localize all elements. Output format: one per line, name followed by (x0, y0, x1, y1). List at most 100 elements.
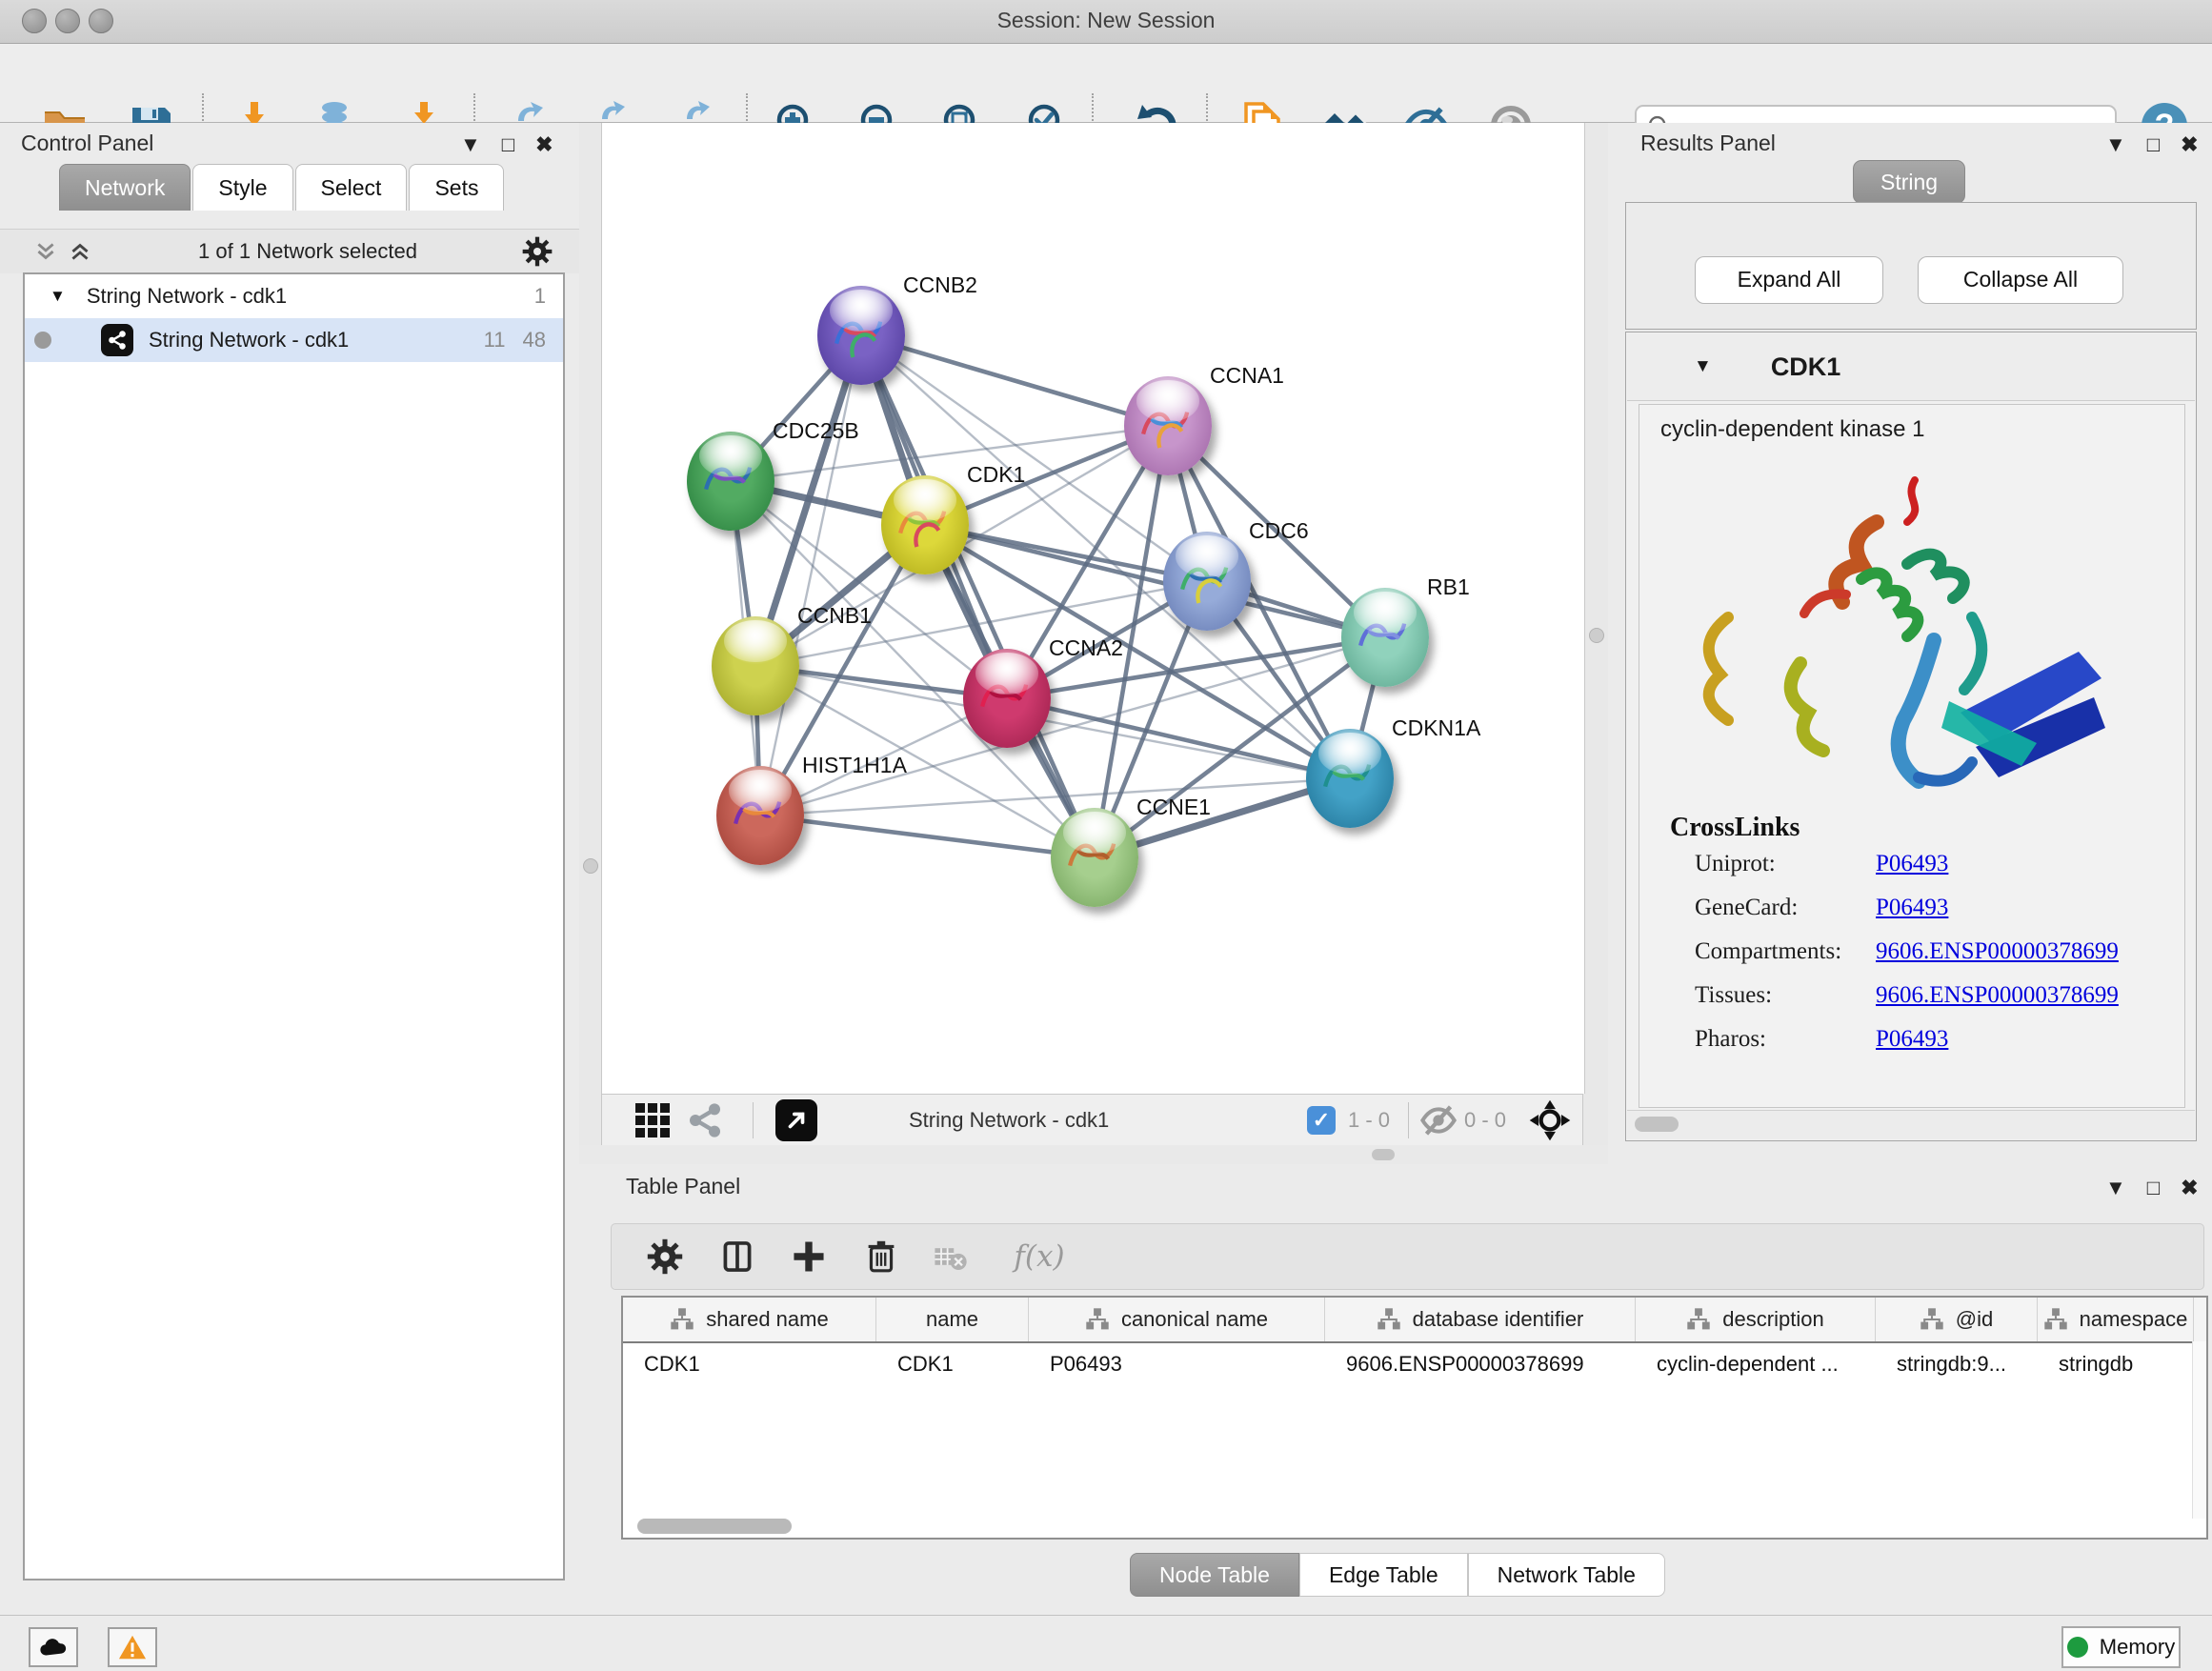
edge-CCNB2-HIST1H1A[interactable] (760, 335, 861, 815)
column-header-name[interactable]: name (876, 1298, 1029, 1341)
node-label-CDC25B: CDC25B (773, 418, 859, 444)
results-hscrollbar[interactable] (1627, 1110, 2195, 1139)
column-header-database-identifier[interactable]: database identifier (1325, 1298, 1636, 1341)
network-edges (602, 123, 1584, 1094)
tab-edge-table[interactable]: Edge Table (1299, 1553, 1468, 1597)
collapse-all-icon[interactable] (32, 239, 59, 264)
gear-icon (647, 1238, 683, 1275)
node-table[interactable]: shared namenamecanonical namedatabase id… (621, 1296, 2208, 1540)
column-header--id[interactable]: @id (1876, 1298, 2038, 1341)
tab-sets[interactable]: Sets (409, 164, 504, 211)
network-row[interactable]: String Network - cdk1 11 48 (25, 318, 563, 362)
gene-header-row[interactable]: ▼ CDK1 (1627, 333, 2195, 401)
network-node-CCNA1[interactable] (1124, 376, 1212, 475)
panel-close-icon[interactable]: ✖ (2181, 1178, 2198, 1198)
node-label-CDC6: CDC6 (1249, 518, 1309, 544)
view-grid-button[interactable] (635, 1095, 670, 1146)
crosslink-link[interactable]: 9606.ENSP00000378699 (1876, 938, 2119, 982)
panel-menu-icon[interactable]: ▼ (2105, 134, 2126, 155)
table-settings-button[interactable] (638, 1230, 692, 1283)
right-splitter[interactable] (1583, 123, 1608, 1164)
cell[interactable]: 9606.ENSP00000378699 (1325, 1352, 1636, 1377)
function-builder-button[interactable]: f(x) (996, 1230, 1082, 1283)
window-title: Session: New Session (0, 8, 2212, 33)
birdseye-button[interactable] (1528, 1095, 1572, 1146)
panel-float-icon[interactable]: □ (2147, 1178, 2160, 1198)
cell[interactable]: stringdb (2038, 1352, 2194, 1377)
results-scroll-area: ▼ CDK1 cyclin-dependent kinase 1 (1625, 332, 2197, 1141)
warnings-button[interactable] (108, 1627, 157, 1667)
panel-float-icon[interactable]: □ (502, 134, 514, 155)
network-collection-row[interactable]: ▼ String Network - cdk1 1 (25, 274, 563, 318)
control-panel-title: Control Panel (21, 131, 153, 156)
network-node-CCNA2[interactable] (963, 649, 1051, 748)
network-node-HIST1H1A[interactable] (716, 766, 804, 865)
panel-float-icon[interactable]: □ (2147, 134, 2160, 155)
tab-network-table[interactable]: Network Table (1468, 1553, 1665, 1597)
network-node-CDK1[interactable] (881, 475, 969, 574)
add-column-button[interactable] (782, 1230, 835, 1283)
selected-indicator[interactable]: ✓ (1307, 1095, 1336, 1146)
tab-select[interactable]: Select (295, 164, 408, 211)
column-header-canonical-name[interactable]: canonical name (1029, 1298, 1325, 1341)
panel-menu-icon[interactable]: ▼ (2105, 1178, 2126, 1198)
panel-menu-icon[interactable]: ▼ (460, 134, 481, 155)
edge-CCNB2-CCNE1[interactable] (861, 335, 1095, 857)
tab-style[interactable]: Style (192, 164, 292, 211)
network-options-gear-icon[interactable] (522, 236, 553, 267)
crosslink-link[interactable]: P06493 (1876, 895, 1948, 938)
status-bar: Memory (0, 1615, 2212, 1671)
tree-expander-icon[interactable]: ▼ (50, 287, 66, 306)
panel-close-icon[interactable]: ✖ (2181, 134, 2198, 155)
left-splitter[interactable] (579, 123, 601, 1164)
network-node-CCNB1[interactable] (712, 616, 799, 715)
column-header-description[interactable]: description (1636, 1298, 1876, 1341)
delete-table-button[interactable] (922, 1230, 975, 1283)
edge-CCNB2-CCNA1[interactable] (861, 335, 1168, 426)
panel-close-icon[interactable]: ✖ (535, 134, 553, 155)
column-header-namespace[interactable]: namespace (2038, 1298, 2194, 1341)
view-share-button[interactable] (686, 1095, 724, 1146)
tab-string[interactable]: String (1853, 160, 1965, 204)
memory-status-dot (2067, 1637, 2088, 1658)
memory-button[interactable]: Memory (2061, 1626, 2181, 1668)
network-node-CCNB2[interactable] (817, 286, 905, 385)
network-canvas[interactable]: CCNB2CCNA1CDC25BCDK1CDC6RB1CCNB1CCNA2CDK… (601, 123, 1585, 1094)
tab-node-table[interactable]: Node Table (1130, 1553, 1299, 1597)
hidden-indicator[interactable] (1419, 1095, 1458, 1146)
edge-CCNE1-HIST1H1A[interactable] (760, 815, 1095, 857)
table-hscrollbar[interactable] (625, 1519, 2187, 1534)
gene-description: cyclin-dependent kinase 1 (1660, 416, 1925, 443)
network-node-CCNE1[interactable] (1051, 808, 1138, 907)
crosslink-link[interactable]: P06493 (1876, 851, 1948, 895)
collapse-all-button[interactable]: Collapse All (1918, 256, 2123, 304)
grid-icon (635, 1103, 670, 1137)
hierarchy-icon (2043, 1307, 2068, 1332)
table-vscrollbar[interactable] (2192, 1341, 2206, 1519)
network-node-CDC6[interactable] (1163, 532, 1251, 631)
network-node-CDC25B[interactable] (687, 432, 774, 531)
control-panel: Control Panel ▼ □ ✖ NetworkStyleSelectSe… (0, 123, 579, 1615)
crosslink-link[interactable]: 9606.ENSP00000378699 (1876, 982, 2119, 1026)
crosslink-label: Tissues: (1695, 982, 1876, 1026)
table-row[interactable]: CDK1CDK1P064939606.ENSP00000378699cyclin… (623, 1343, 2206, 1385)
expand-all-icon[interactable] (67, 239, 93, 264)
cell[interactable]: CDK1 (876, 1352, 1029, 1377)
tab-network[interactable]: Network (59, 164, 191, 211)
cell[interactable]: P06493 (1029, 1352, 1325, 1377)
crosslink-row: Compartments:9606.ENSP00000378699 (1695, 938, 2171, 982)
cloud-status-button[interactable] (29, 1627, 78, 1667)
gene-expander-icon[interactable]: ▼ (1694, 356, 1712, 377)
delete-column-button[interactable] (855, 1230, 908, 1283)
crosslink-link[interactable]: P06493 (1876, 1026, 1948, 1070)
cell[interactable]: cyclin-dependent ... (1636, 1352, 1876, 1377)
detach-view-button[interactable] (775, 1095, 817, 1146)
network-node-CDKN1A[interactable] (1306, 729, 1394, 828)
network-node-RB1[interactable] (1341, 588, 1429, 687)
cell[interactable]: stringdb:9... (1876, 1352, 2038, 1377)
column-header-shared-name[interactable]: shared name (623, 1298, 876, 1341)
cell[interactable]: CDK1 (623, 1352, 876, 1377)
expand-all-button[interactable]: Expand All (1695, 256, 1883, 304)
collection-count: 1 (534, 284, 546, 309)
show-columns-button[interactable] (711, 1230, 764, 1283)
